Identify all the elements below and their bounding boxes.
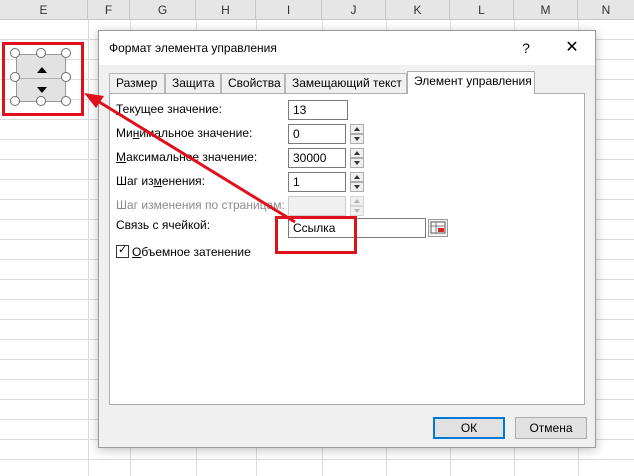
annotation-arrow <box>84 93 296 224</box>
tab-control[interactable]: Элемент управления <box>407 71 535 94</box>
